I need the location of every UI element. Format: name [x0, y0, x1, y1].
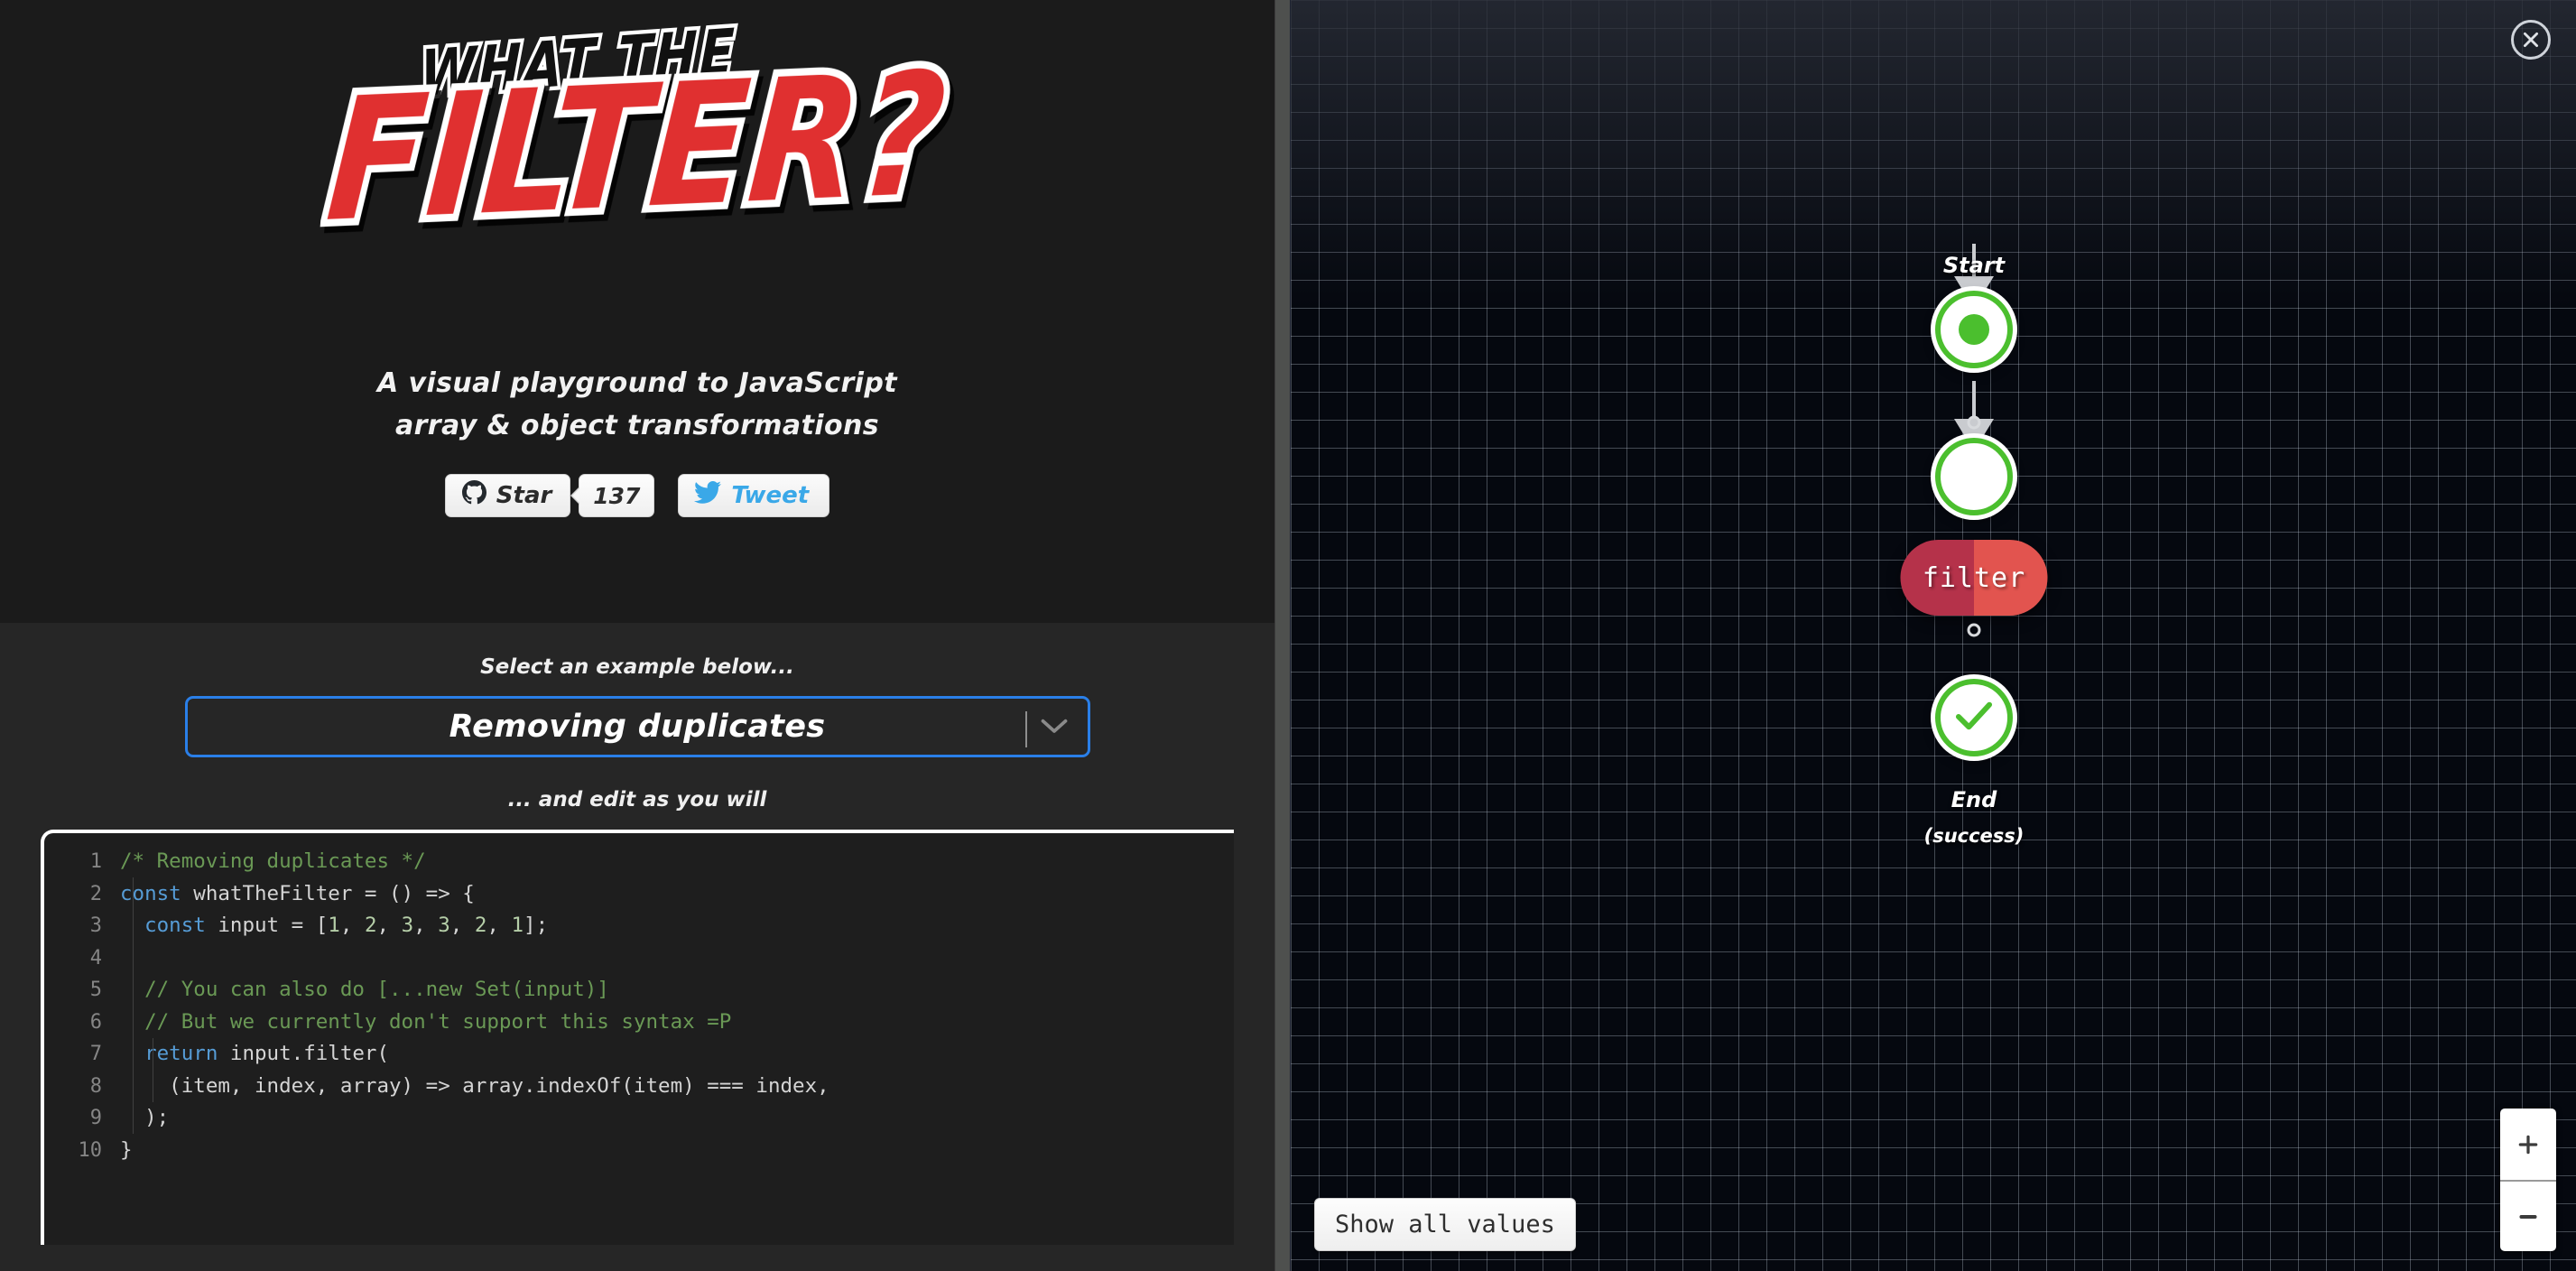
- github-star-label: Star: [496, 482, 552, 509]
- editor-line-number: 2: [89, 882, 102, 905]
- code-token: whatTheFilter = () => {: [193, 881, 475, 905]
- code-token: 1: [328, 914, 340, 937]
- show-all-values-button[interactable]: Show all values: [1314, 1198, 1576, 1251]
- logo: WHAT THE FILTER?: [0, 12, 1274, 320]
- code-token: }: [120, 1137, 133, 1162]
- filter-node-label: filter: [1922, 561, 2026, 594]
- editor-line-number: 10: [78, 1138, 103, 1162]
- code-token: ,: [449, 914, 475, 937]
- chevron-down-icon[interactable]: [1041, 718, 1068, 736]
- editor-line-number: 1: [89, 850, 102, 873]
- twitter-icon: [694, 480, 722, 511]
- code-token: input = [: [218, 914, 329, 937]
- edit-hint-label: ... and edit as you will: [507, 788, 767, 812]
- code-token: input.filter(: [229, 1042, 390, 1065]
- code-token: 3: [438, 914, 450, 937]
- check-icon: [1953, 699, 1995, 737]
- code-token: );: [120, 1106, 170, 1129]
- logo-line-filter: FILTER?: [314, 29, 960, 266]
- end-node[interactable]: [1935, 679, 2013, 756]
- panel-resizer[interactable]: [1274, 0, 1291, 1271]
- flow-graph: Start filter End (success): [1291, 0, 2576, 1271]
- code-token: (item, index, array) => array.indexOf(it…: [120, 1073, 829, 1098]
- start-circle-icon: [1959, 314, 1989, 345]
- code-token: ];: [524, 914, 549, 937]
- editor-line: /* Removing duplicates */: [120, 846, 1234, 878]
- code-token: 2: [364, 914, 377, 937]
- editor-line-numbers: 1 2 3 4 5 6 7 8 9 10: [44, 846, 113, 1245]
- zoom-out-button[interactable]: [2500, 1180, 2556, 1251]
- editor-line-number: 7: [89, 1043, 102, 1065]
- filter-node[interactable]: filter: [1900, 540, 2048, 616]
- editor-code[interactable]: /* Removing duplicates */ const whatTheFi…: [113, 846, 1234, 1245]
- filter-node-output-port[interactable]: [1967, 623, 1981, 637]
- zoom-controls: [2500, 1109, 2556, 1251]
- editor-line: const whatTheFilter = () => {: [120, 878, 1234, 911]
- flow-edges: [1954, 244, 1994, 451]
- editor-line: // You can also do [...new Set(input)]: [120, 974, 1234, 1007]
- code-token: 1: [511, 914, 524, 937]
- flow-canvas-panel[interactable]: Start filter End (success) Show all valu…: [1291, 0, 2576, 1271]
- end-node-sublabel: (success): [1923, 825, 2025, 847]
- example-select-value: Removing duplicates: [449, 709, 826, 745]
- code-token: // You can also do [...new Set(input)]: [120, 978, 609, 1001]
- code-token: ,: [339, 914, 365, 937]
- close-icon[interactable]: [2511, 20, 2551, 60]
- editor-line: return input.filter(: [120, 1038, 1234, 1071]
- editor-line: const input = [1, 2, 3, 3, 2, 1];: [120, 910, 1234, 942]
- editor-line: (item, index, array) => array.indexOf(it…: [120, 1071, 1234, 1103]
- github-star-button[interactable]: Star: [444, 474, 571, 517]
- code-token: ,: [376, 914, 402, 937]
- code-token: // But we currently don't support this s…: [120, 1009, 732, 1034]
- editor-line-number: 5: [89, 979, 102, 1001]
- editor-line-number: 4: [89, 946, 102, 969]
- editor-line-number: 3: [89, 914, 102, 937]
- code-token: 2: [474, 914, 487, 937]
- select-example-label: Select an example below...: [480, 655, 794, 679]
- code-token: const: [144, 914, 218, 937]
- app-root: WHAT THE FILTER? A visual playground to …: [0, 0, 2576, 1271]
- tagline-line-2: array & object transformations: [394, 409, 880, 441]
- start-node-label: Start: [1942, 253, 2006, 278]
- editor-line-number: 8: [89, 1074, 102, 1098]
- tagline: A visual playground to JavaScript array …: [0, 363, 1274, 447]
- code-token: ,: [413, 914, 439, 937]
- indent-guide: [133, 877, 134, 1134]
- example-select[interactable]: Removing duplicates: [184, 696, 1090, 757]
- github-icon: [461, 480, 486, 511]
- start-node[interactable]: [1935, 291, 2013, 368]
- tagline-line-1: A visual playground to JavaScript: [377, 367, 897, 399]
- code-token: /* Removing duplicates */: [120, 849, 426, 873]
- hero-section: WHAT THE FILTER? A visual playground to …: [0, 0, 1274, 623]
- editor-line: }: [120, 1135, 1234, 1167]
- editor-line-number: 9: [89, 1107, 102, 1129]
- end-node-label: End: [1951, 787, 1997, 812]
- code-token: return: [144, 1042, 230, 1065]
- select-separator: [1024, 711, 1027, 747]
- github-count-wrapper: 137: [579, 474, 655, 517]
- github-star-count[interactable]: 137: [579, 474, 655, 517]
- code-token: const: [120, 881, 194, 905]
- editor-line-number: 6: [89, 1010, 102, 1034]
- start-node-output-port[interactable]: [1967, 415, 1981, 430]
- editor-line: // But we currently don't support this s…: [120, 1007, 1234, 1039]
- editor-line: );: [120, 1102, 1234, 1135]
- zoom-in-button[interactable]: [2500, 1109, 2556, 1180]
- twitter-tweet-button[interactable]: Tweet: [678, 474, 830, 517]
- code-editor[interactable]: 1 2 3 4 5 6 7 8 9 10 /* Removing duplicates */ con…: [41, 830, 1234, 1245]
- example-picker-section: Select an example below... Removing dupl…: [0, 655, 1274, 812]
- social-buttons: Star 137 Tweet: [0, 474, 1274, 517]
- code-token: 3: [401, 914, 414, 937]
- end-node-placeholder: [1935, 438, 2013, 515]
- twitter-tweet-label: Tweet: [731, 482, 810, 509]
- code-token: ,: [486, 914, 512, 937]
- left-panel: WHAT THE FILTER? A visual playground to …: [0, 0, 1274, 1271]
